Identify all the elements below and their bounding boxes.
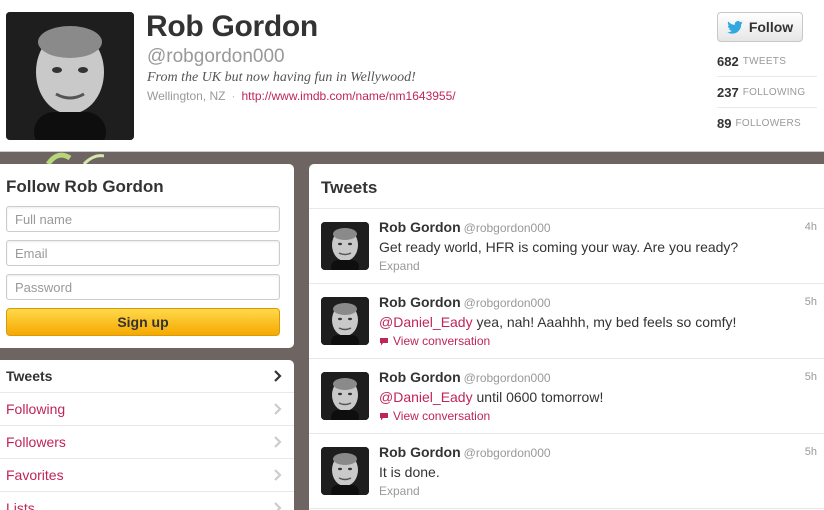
stat-label: TWEETS — [742, 55, 787, 67]
profile-url-link[interactable]: http://www.imdb.com/name/nm1643955/ — [241, 89, 455, 103]
tweet-header: Rob Gordon @robgordon000 — [379, 444, 551, 462]
chevron-right-icon — [274, 370, 282, 382]
profile-stats: 682 TWEETS 237 FOLLOWING 89 FOLLOWERS — [717, 46, 817, 139]
nav-item-lists[interactable]: Lists — [0, 492, 294, 510]
tweet-avatar[interactable] — [321, 222, 369, 270]
tweet-timestamp[interactable]: 5h — [805, 446, 817, 458]
separator-dot: · — [231, 89, 236, 103]
tweet-text: Get ready world, HFR is coming your way.… — [379, 239, 738, 255]
expand-link[interactable]: Expand — [379, 259, 420, 273]
tweet-author-name[interactable]: Rob Gordon — [379, 369, 461, 385]
tweet-item[interactable]: Rob Gordon @robgordon000 5h @Daniel_Eady ye… — [309, 284, 824, 359]
tweet-author-name[interactable]: Rob Gordon — [379, 444, 461, 460]
tweet-body: Get ready world, HFR is coming your way.… — [379, 239, 739, 255]
tweet-text: @Daniel_Eady yea, nah! Aaahhh, my bed fe… — [379, 314, 736, 330]
fullname-input[interactable] — [6, 206, 280, 232]
nav-item-label: Lists — [6, 500, 35, 510]
chevron-right-icon — [274, 403, 282, 415]
profile-handle: @robgordon000 — [147, 46, 285, 67]
tweet-text: It is done. — [379, 464, 440, 480]
tweet-avatar[interactable] — [321, 297, 369, 345]
nav-item-label: Followers — [6, 434, 66, 450]
timeline-title: Tweets — [309, 164, 824, 209]
chevron-right-icon — [274, 502, 282, 510]
speech-bubble-icon — [380, 337, 388, 345]
password-input[interactable] — [6, 274, 280, 300]
stat-tweets[interactable]: 682 TWEETS — [717, 46, 817, 77]
tweet-timestamp[interactable]: 4h — [805, 221, 817, 233]
follow-button[interactable]: Follow — [717, 12, 803, 42]
tweet-list: Rob Gordon @robgordon000 4h Get ready world… — [309, 209, 824, 509]
tweet-action-label: View conversation — [393, 409, 491, 423]
stat-label: FOLLOWING — [742, 86, 806, 98]
tweet-header: Rob Gordon @robgordon000 — [379, 294, 551, 312]
nav-item-label: Following — [6, 401, 66, 417]
stat-number: 237 — [717, 84, 739, 100]
tweet-avatar[interactable] — [321, 447, 369, 495]
stat-number: 89 — [717, 116, 732, 131]
tweet-author-handle[interactable]: @robgordon000 — [464, 371, 551, 385]
nav-item-label: Favorites — [6, 467, 64, 483]
twitter-bird-icon — [727, 20, 743, 34]
tweet-body: until 0600 tomorrow! — [472, 389, 604, 405]
speech-bubble-icon — [380, 412, 388, 420]
profile-avatar[interactable] — [6, 12, 134, 140]
nav-item-following[interactable]: Following — [0, 393, 294, 426]
signup-button[interactable]: Sign up — [6, 308, 280, 336]
tweet-timestamp[interactable]: 5h — [805, 371, 817, 383]
tweet-mention-link[interactable]: @Daniel_Eady — [379, 314, 473, 330]
profile-header: Rob Gordon @robgordon000 From the UK but… — [0, 0, 824, 152]
background-leaf-decoration — [45, 152, 104, 164]
tweet-action-label: View conversation — [393, 334, 491, 348]
nav-item-tweets[interactable]: Tweets — [0, 360, 294, 393]
tweet-header: Rob Gordon @robgordon000 — [379, 369, 551, 387]
tweet-item[interactable]: Rob Gordon @robgordon000 5h @Daniel_Eady un… — [309, 359, 824, 434]
email-input[interactable] — [6, 240, 280, 266]
follow-signup-module: Follow Rob Gordon Sign up — [0, 164, 294, 348]
tweet-avatar[interactable] — [321, 372, 369, 420]
tweet-author-name[interactable]: Rob Gordon — [379, 219, 461, 235]
nav-item-followers[interactable]: Followers — [0, 426, 294, 459]
follow-button-label: Follow — [748, 19, 794, 35]
tweet-author-handle[interactable]: @robgordon000 — [464, 446, 551, 460]
tweet-author-handle[interactable]: @robgordon000 — [464, 221, 551, 235]
tweet-body: It is done. — [379, 464, 440, 480]
stat-following[interactable]: 237 FOLLOWING — [717, 77, 817, 108]
tweet-author-name[interactable]: Rob Gordon — [379, 294, 461, 310]
profile-bio: From the UK but now having fun in Wellyw… — [147, 70, 416, 85]
tweet-item[interactable]: Rob Gordon @robgordon000 5h It is done. Expa… — [309, 434, 824, 509]
tweet-timestamp[interactable]: 5h — [805, 296, 817, 308]
tweet-item[interactable]: Rob Gordon @robgordon000 4h Get ready world… — [309, 209, 824, 284]
nav-item-favorites[interactable]: Favorites — [0, 459, 294, 492]
stat-number: 682 — [717, 53, 739, 69]
tweets-timeline: Tweets Rob Gordon @robgordon000 4h Get read… — [309, 164, 824, 510]
profile-location: Wellington, NZ — [147, 89, 226, 103]
tweet-text: @Daniel_Eady until 0600 tomorrow! — [379, 389, 603, 405]
stat-followers[interactable]: 89 FOLLOWERS — [717, 108, 817, 139]
stat-label: FOLLOWERS — [735, 118, 801, 129]
view-conversation-link[interactable]: View conversation — [379, 409, 490, 423]
expand-link[interactable]: Expand — [379, 484, 420, 498]
tweet-body: yea, nah! Aaahhh, my bed feels so comfy! — [472, 314, 737, 330]
profile-location-line: Wellington, NZ · http://www.imdb.com/name/… — [147, 89, 456, 103]
view-conversation-link[interactable]: View conversation — [379, 334, 490, 348]
chevron-right-icon — [274, 436, 282, 448]
chevron-right-icon — [274, 469, 282, 481]
tweet-header: Rob Gordon @robgordon000 — [379, 219, 551, 237]
tweet-action-label: Expand — [379, 259, 420, 273]
tweet-action-label: Expand — [379, 484, 420, 498]
profile-nav: Tweets Following Followers Favorites Lis… — [0, 360, 294, 510]
follow-module-title: Follow Rob Gordon — [6, 177, 164, 196]
tweet-mention-link[interactable]: @Daniel_Eady — [379, 389, 473, 405]
tweet-author-handle[interactable]: @robgordon000 — [464, 296, 551, 310]
profile-name: Rob Gordon — [146, 10, 318, 43]
nav-item-label: Tweets — [6, 368, 53, 384]
